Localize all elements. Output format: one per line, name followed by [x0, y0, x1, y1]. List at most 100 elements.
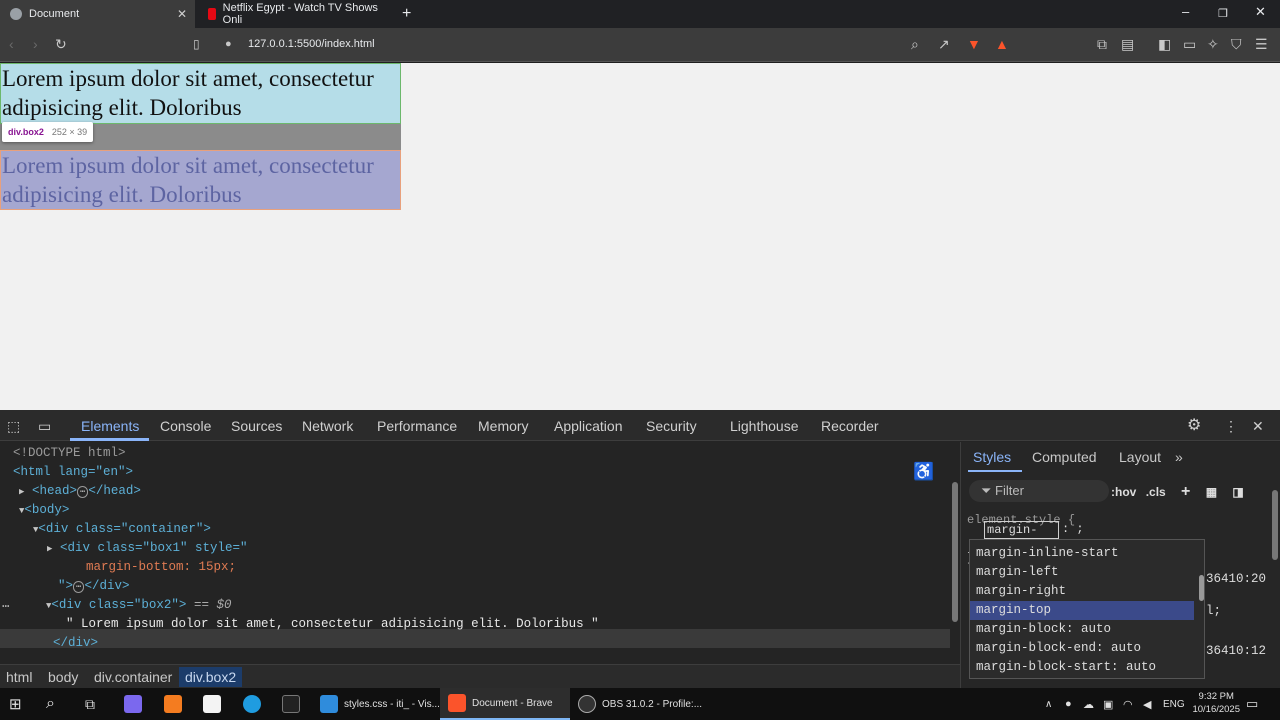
toggle-sidebar-icon[interactable]: ◨ [1232, 485, 1243, 499]
language-indicator[interactable]: ENG [1163, 688, 1185, 720]
tab-recorder[interactable]: Recorder [821, 418, 879, 434]
tab-sources[interactable]: Sources [231, 418, 282, 434]
new-rule-icon[interactable]: + [1181, 483, 1190, 500]
autocomplete-item-selected[interactable]: margin-top [970, 601, 1194, 620]
volume-icon[interactable]: ◀ [1143, 688, 1151, 720]
dom-html[interactable]: <html lang="en"> [13, 465, 133, 479]
reload-icon[interactable]: ↻ [55, 36, 67, 52]
source-link[interactable]: 36410:12 [1206, 644, 1266, 658]
expand-arrow-icon[interactable]: ▶ [47, 544, 52, 554]
tab-memory[interactable]: Memory [478, 418, 529, 434]
teams-icon[interactable] [124, 688, 148, 720]
dom-box2-row[interactable]: ▼<div class="box2"> == $0 [46, 598, 231, 612]
autocomplete-item[interactable]: margin-block: auto [970, 620, 1194, 639]
crumb-box2[interactable]: div.box2 [179, 667, 243, 687]
sidebar-icon[interactable]: ◧ [1158, 36, 1171, 52]
tab-performance[interactable]: Performance [377, 418, 457, 434]
zoom-icon[interactable]: ⌕ [911, 36, 919, 52]
tab-layout[interactable]: Layout [1119, 449, 1161, 465]
edge-icon[interactable] [243, 688, 267, 720]
tab-elements[interactable]: Elements [81, 418, 139, 434]
styles-filter-input[interactable]: ⏷ Filter [969, 480, 1109, 502]
dom-head-row[interactable]: ▶ <head> ⋯ </head> [19, 484, 141, 498]
cloud-icon[interactable]: ☁ [1083, 688, 1094, 720]
dom-container-row[interactable]: ▼<div class="container"> [33, 522, 211, 536]
source-link[interactable]: 36410:20 [1206, 572, 1266, 586]
terminal-icon[interactable] [282, 688, 306, 720]
crumb-container[interactable]: div.container [88, 667, 178, 687]
autocomplete-scrollbar[interactable] [1199, 575, 1204, 601]
minimize-button[interactable]: – [1182, 4, 1189, 19]
tab-security[interactable]: Security [646, 418, 697, 434]
task-view-icon[interactable]: ⧉ [85, 688, 95, 720]
dom-doctype[interactable]: <!DOCTYPE html> [13, 446, 126, 460]
inspect-element-icon[interactable]: ⬚ [7, 418, 20, 435]
search-icon[interactable]: ⌕ [46, 688, 55, 720]
dom-box1-row[interactable]: ▶ <div class="box1" style=" [47, 541, 247, 555]
wallet-icon[interactable]: ▭ [1183, 36, 1196, 52]
taskbar-brave[interactable]: Document - Brave [440, 688, 570, 720]
brave-shields-icon[interactable]: ▼ [967, 36, 981, 52]
microphone-icon[interactable]: ● [1065, 688, 1072, 720]
close-window-button[interactable]: ✕ [1255, 4, 1266, 20]
start-icon[interactable]: ⊞ [9, 688, 22, 720]
xampp-icon[interactable] [164, 688, 188, 720]
network-icon[interactable]: ▣ [1103, 688, 1113, 720]
tab-computed[interactable]: Computed [1032, 449, 1097, 465]
settings-gear-icon[interactable]: ⚙ [1187, 415, 1201, 435]
reader-icon[interactable]: ▤ [1121, 36, 1134, 52]
more-options-icon[interactable]: ⋮ [1224, 418, 1238, 435]
close-tab-icon[interactable]: ✕ [177, 7, 187, 21]
expand-arrow-icon[interactable]: ▶ [19, 487, 24, 497]
close-devtools-icon[interactable]: ✕ [1252, 418, 1264, 435]
vpn-icon[interactable]: ⛉ [1231, 36, 1242, 52]
dom-box1-close-row[interactable]: "> ⋯ </div> [58, 579, 129, 593]
autocomplete-item[interactable]: margin-right [970, 582, 1194, 601]
crumb-body[interactable]: body [42, 667, 84, 687]
hov-toggle[interactable]: :hov [1111, 485, 1136, 499]
autocomplete-item[interactable]: margin-left [970, 563, 1194, 582]
bookmark-icon[interactable]: ▯ [193, 36, 200, 52]
info-icon[interactable]: ● [225, 36, 232, 52]
dom-more-icon[interactable]: ⋯ [2, 598, 10, 614]
device-toolbar-icon[interactable]: ▭ [38, 418, 51, 435]
paint-brush-icon[interactable]: ▦ [1206, 485, 1217, 499]
leo-icon[interactable]: ✧ [1207, 36, 1219, 52]
tab-document[interactable]: Document ✕ [0, 0, 195, 28]
more-tabs-icon[interactable]: » [1175, 449, 1183, 465]
notifications-icon[interactable]: ▭ [1246, 688, 1258, 720]
dom-box2-text[interactable]: " Lorem ipsum dolor sit amet, consectetu… [66, 617, 599, 631]
styles-scrollbar[interactable] [1272, 490, 1278, 560]
new-tab-button[interactable]: + [392, 0, 411, 28]
forward-icon[interactable]: › [33, 36, 38, 52]
extensions-icon[interactable]: ⧉ [1097, 36, 1107, 52]
ellipsis-icon[interactable]: ⋯ [76, 486, 89, 498]
cls-toggle[interactable]: .cls [1146, 485, 1166, 499]
tab-application[interactable]: Application [554, 418, 623, 434]
back-icon[interactable]: ‹ [9, 36, 14, 52]
tab-netflix[interactable]: Netflix Egypt - Watch TV Shows Onli [198, 0, 393, 28]
ellipsis-icon[interactable]: ⋯ [73, 581, 85, 593]
share-icon[interactable]: ↗ [938, 36, 950, 52]
address-bar[interactable]: 127.0.0.1:5500/index.html [248, 38, 375, 50]
autocomplete-item[interactable]: margin-block-end: auto [970, 639, 1194, 658]
system-clock[interactable]: 9:32 PM 10/16/2025 [1192, 690, 1240, 716]
menu-icon[interactable]: ☰ [1255, 36, 1268, 52]
tab-console[interactable]: Console [160, 418, 211, 434]
css-property-editor[interactable]: margin-top [984, 521, 1059, 553]
taskbar-obs[interactable]: OBS 31.0.2 - Profile:... [570, 688, 710, 720]
tab-lighthouse[interactable]: Lighthouse [730, 418, 799, 434]
wifi-icon[interactable]: ◠ [1123, 688, 1133, 720]
file-explorer-icon[interactable] [203, 688, 227, 720]
brave-rewards-icon[interactable]: ▲ [995, 36, 1009, 52]
tab-styles[interactable]: Styles [973, 449, 1011, 465]
accessibility-icon[interactable]: ♿ [913, 462, 934, 482]
crumb-html[interactable]: html [0, 667, 38, 687]
autocomplete-item[interactable]: margin-block-start: auto [970, 658, 1194, 677]
tray-chevron-icon[interactable]: ∧ [1045, 688, 1052, 720]
maximize-button[interactable]: ❐ [1218, 7, 1228, 20]
taskbar-vscode[interactable]: styles.css - iti_ - Vis... [312, 688, 448, 720]
dom-body-row[interactable]: ▼<body> [19, 503, 69, 517]
tab-network[interactable]: Network [302, 418, 353, 434]
dom-box2-close[interactable]: </div> [53, 636, 98, 650]
